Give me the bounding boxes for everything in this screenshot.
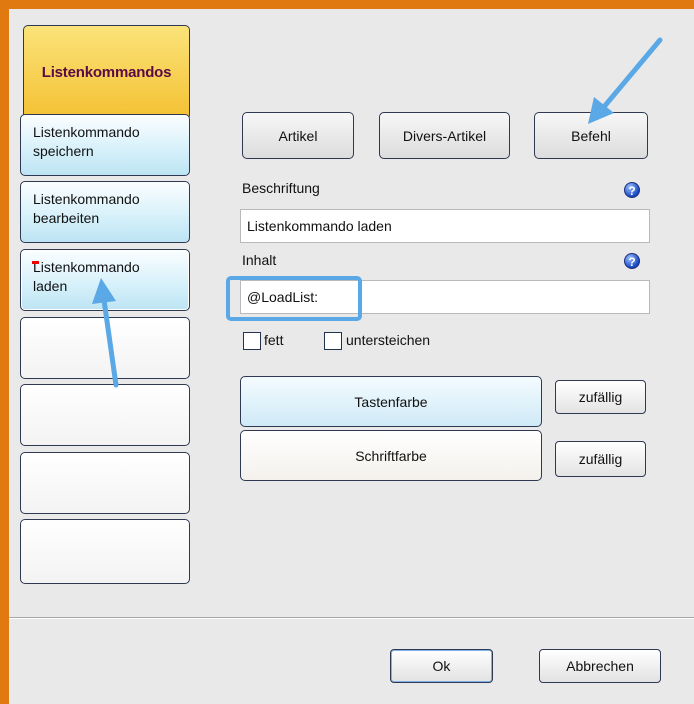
ok-button[interactable]: Ok [390, 649, 493, 683]
ok-button-label: Ok [432, 658, 451, 674]
underline-checkbox[interactable] [324, 332, 342, 350]
content-highlight-box [226, 276, 362, 321]
sidebar-item-label: speichern [33, 143, 94, 159]
random-label: zufällig [578, 389, 623, 405]
content-help-icon[interactable]: ? [624, 253, 640, 269]
sidebar-empty-slot[interactable] [20, 519, 190, 584]
footer-divider [9, 617, 694, 619]
key-color-button[interactable]: Tastenfarbe [240, 376, 542, 427]
sidebar-item-load-list-command[interactable]: Listenkommando laden [20, 249, 190, 311]
random-font-color-button[interactable]: zufällig [555, 441, 646, 477]
caption-input[interactable]: Listenkommando laden [240, 209, 650, 243]
bold-label: fett [264, 332, 284, 348]
article-button-label: Artikel [278, 127, 318, 144]
sidebar-item-label: Listenkommando [33, 259, 140, 275]
sidebar-header-label: Listenkommandos [41, 64, 172, 81]
command-button[interactable]: Befehl [534, 112, 648, 159]
cancel-button[interactable]: Abbrechen [539, 649, 661, 683]
help-glyph: ? [628, 184, 636, 198]
bold-checkbox[interactable] [243, 332, 261, 350]
text-cursor-marker [32, 261, 39, 264]
sidebar-item-save-list-command[interactable]: Listenkommando speichern [20, 114, 190, 176]
misc-article-button-label: Divers-Artikel [402, 127, 487, 144]
random-key-color-button[interactable]: zufällig [555, 380, 646, 414]
sidebar-item-label: Listenkommando [33, 191, 140, 207]
article-button[interactable]: Artikel [242, 112, 354, 159]
sidebar-item-label: bearbeiten [33, 210, 100, 226]
help-glyph: ? [628, 255, 636, 269]
misc-article-button[interactable]: Divers-Artikel [379, 112, 510, 159]
content-label: Inhalt [242, 252, 277, 268]
caption-help-icon[interactable]: ? [624, 182, 640, 198]
command-button-label: Befehl [571, 127, 611, 144]
sidebar-empty-slot[interactable] [20, 384, 190, 446]
sidebar-item-label: Listenkommando [33, 124, 140, 140]
caption-label: Beschriftung [242, 180, 320, 196]
sidebar-item-label: laden [33, 278, 68, 294]
cancel-button-label: Abbrechen [566, 658, 634, 674]
sidebar-header-listenkommandos[interactable]: Listenkommandos [23, 25, 190, 120]
underline-label: untersteichen [346, 332, 431, 348]
sidebar-empty-slot[interactable] [20, 317, 190, 379]
font-color-button[interactable]: Schriftfarbe [240, 430, 542, 481]
sidebar-empty-slot[interactable] [20, 452, 190, 514]
random-label: zufällig [578, 451, 623, 467]
sidebar-item-edit-list-command[interactable]: Listenkommando bearbeiten [20, 181, 190, 243]
font-color-label: Schriftfarbe [355, 447, 427, 464]
key-color-label: Tastenfarbe [354, 393, 428, 410]
